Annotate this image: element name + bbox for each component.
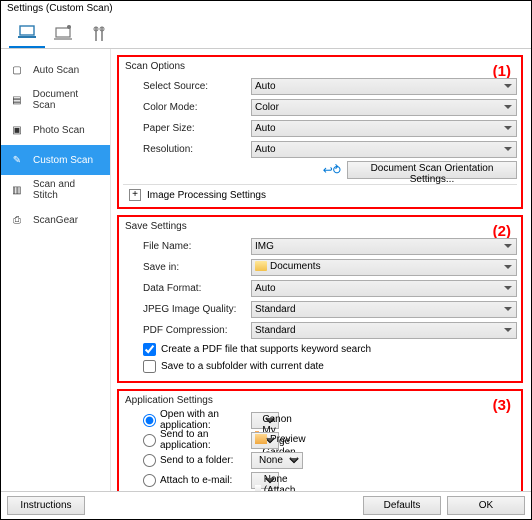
save-settings-title: Save Settings bbox=[123, 221, 517, 232]
scan-options-title: Scan Options bbox=[123, 61, 517, 72]
pdf-compression-label: PDF Compression: bbox=[123, 325, 251, 336]
toolbar bbox=[1, 19, 531, 49]
custom-scan-icon: ✎ bbox=[9, 155, 25, 166]
file-name-label: File Name: bbox=[123, 241, 251, 252]
scan-stitch-icon: ▥ bbox=[9, 185, 25, 196]
resolution-label: Resolution: bbox=[123, 144, 251, 155]
open-with-radio[interactable] bbox=[143, 414, 156, 427]
document-scan-icon: ▤ bbox=[9, 95, 25, 106]
annotation-3: (3) bbox=[493, 397, 511, 414]
sidebar-item-custom-scan[interactable]: ✎ Custom Scan bbox=[1, 145, 110, 175]
send-app-radio[interactable] bbox=[143, 434, 156, 447]
open-with-label: Open with an application: bbox=[160, 409, 251, 431]
select-source-label: Select Source: bbox=[123, 81, 251, 92]
toolbar-tab-general[interactable] bbox=[81, 20, 117, 48]
jpeg-quality-label: JPEG Image Quality: bbox=[123, 304, 251, 315]
instructions-button[interactable]: Instructions bbox=[7, 496, 85, 515]
open-with-dropdown[interactable] bbox=[251, 412, 279, 429]
application-settings-region: (3) Application Settings Open with an ap… bbox=[117, 389, 523, 491]
sidebar-item-label: Photo Scan bbox=[33, 125, 85, 136]
save-in-dropdown[interactable] bbox=[251, 259, 517, 276]
pdf-compression-dropdown[interactable]: Standard bbox=[251, 322, 517, 339]
paper-size-label: Paper Size: bbox=[123, 123, 251, 134]
auto-scan-icon: ▢ bbox=[9, 65, 25, 76]
expand-image-processing-button[interactable]: + bbox=[129, 189, 141, 201]
rotate-icon[interactable]: ↩⥁ bbox=[323, 163, 341, 177]
data-format-dropdown[interactable]: Auto bbox=[251, 280, 517, 297]
color-mode-label: Color Mode: bbox=[123, 102, 251, 113]
sidebar-item-auto-scan[interactable]: ▢ Auto Scan bbox=[1, 55, 110, 85]
file-name-field[interactable]: IMG bbox=[251, 238, 517, 255]
toolbar-tab-scan-from-panel[interactable] bbox=[45, 20, 81, 48]
ok-button[interactable]: OK bbox=[447, 496, 525, 515]
image-processing-label: Image Processing Settings bbox=[147, 190, 266, 201]
application-settings-title: Application Settings bbox=[123, 395, 517, 406]
orientation-settings-button[interactable]: Document Scan Orientation Settings... bbox=[347, 161, 517, 179]
sidebar-item-document-scan[interactable]: ▤ Document Scan bbox=[1, 85, 110, 115]
sidebar-item-label: ScanGear bbox=[33, 215, 78, 226]
sidebar-item-label: Document Scan bbox=[33, 89, 102, 111]
select-source-dropdown[interactable]: Auto bbox=[251, 78, 517, 95]
send-app-dropdown[interactable] bbox=[251, 432, 279, 449]
attach-email-radio[interactable] bbox=[143, 474, 156, 487]
jpeg-quality-dropdown[interactable]: Standard bbox=[251, 301, 517, 318]
resolution-dropdown[interactable]: Auto bbox=[251, 141, 517, 158]
pdf-keyword-search-label: Create a PDF file that supports keyword … bbox=[161, 344, 371, 355]
data-format-label: Data Format: bbox=[123, 283, 251, 294]
send-app-label: Send to an application: bbox=[160, 429, 251, 451]
sidebar-item-label: Auto Scan bbox=[33, 65, 79, 76]
save-in-label: Save in: bbox=[123, 262, 251, 273]
photo-scan-icon: ▣ bbox=[9, 125, 25, 136]
sidebar-item-photo-scan[interactable]: ▣ Photo Scan bbox=[1, 115, 110, 145]
subfolder-date-label: Save to a subfolder with current date bbox=[161, 361, 324, 372]
subfolder-date-checkbox[interactable] bbox=[143, 360, 156, 373]
send-folder-dropdown[interactable]: None bbox=[251, 452, 303, 469]
defaults-button[interactable]: Defaults bbox=[363, 496, 441, 515]
main-panel: (1) Scan Options Select Source:Auto Colo… bbox=[111, 49, 531, 491]
paper-size-dropdown[interactable]: Auto bbox=[251, 120, 517, 137]
sidebar-item-scangear[interactable]: ⎙ ScanGear bbox=[1, 205, 110, 235]
toolbar-tab-scan-from-computer[interactable] bbox=[9, 20, 45, 48]
scangear-icon: ⎙ bbox=[9, 215, 25, 226]
sidebar-item-label: Custom Scan bbox=[33, 155, 93, 166]
send-folder-radio[interactable] bbox=[143, 454, 156, 467]
attach-email-label: Attach to e-mail: bbox=[160, 475, 232, 486]
send-folder-label: Send to a folder: bbox=[160, 455, 233, 466]
sidebar-item-scan-and-stitch[interactable]: ▥ Scan and Stitch bbox=[1, 175, 110, 205]
save-settings-region: (2) Save Settings File Name:IMG Save in:… bbox=[117, 215, 523, 383]
sidebar-item-label: Scan and Stitch bbox=[33, 179, 102, 201]
window-title: Settings (Custom Scan) bbox=[1, 1, 531, 19]
bottom-bar: Instructions Defaults OK bbox=[1, 491, 531, 519]
color-mode-dropdown[interactable]: Color bbox=[251, 99, 517, 116]
attach-email-dropdown[interactable] bbox=[251, 472, 279, 489]
scan-options-region: (1) Scan Options Select Source:Auto Colo… bbox=[117, 55, 523, 209]
sidebar: ▢ Auto Scan ▤ Document Scan ▣ Photo Scan ✎ C… bbox=[1, 49, 111, 491]
pdf-keyword-search-checkbox[interactable] bbox=[143, 343, 156, 356]
